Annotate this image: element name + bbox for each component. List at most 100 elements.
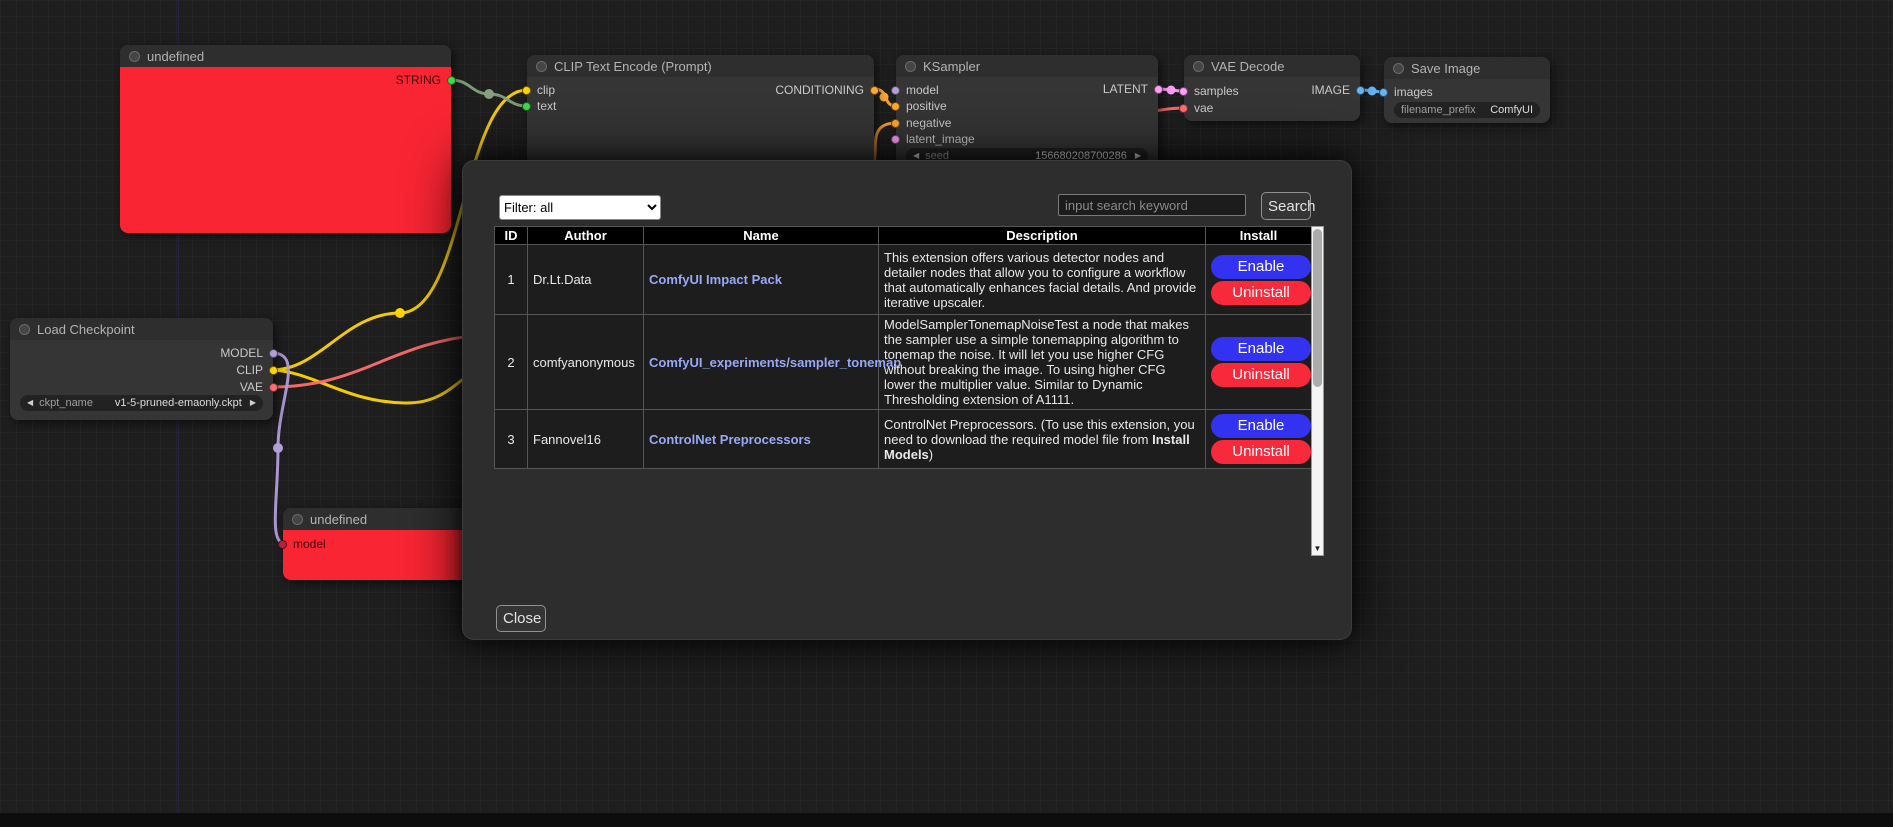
- table-header-row: ID Author Name Description Install: [495, 227, 1312, 245]
- uninstall-button[interactable]: Uninstall: [1211, 281, 1311, 305]
- extension-table-zone: ID Author Name Description Install 1 Dr.…: [494, 226, 1324, 556]
- slot-dot[interactable]: [1179, 87, 1188, 96]
- link-dot-string: [484, 89, 494, 99]
- node-save-image[interactable]: Save Image images filename_prefix ComfyU…: [1384, 57, 1550, 123]
- collapse-dot-icon[interactable]: [292, 514, 303, 525]
- node-clip-text-encode[interactable]: CLIP Text Encode (Prompt) clip text COND…: [527, 55, 874, 165]
- enable-button[interactable]: Enable: [1211, 255, 1311, 279]
- node-vae-decode[interactable]: VAE Decode samples vae IMAGE: [1184, 55, 1360, 121]
- node-undefined-top[interactable]: undefined STRING: [120, 45, 451, 233]
- output-slot-model[interactable]: MODEL: [220, 346, 278, 360]
- uninstall-button[interactable]: Uninstall: [1211, 440, 1311, 464]
- node-title-bar[interactable]: KSampler: [896, 55, 1158, 77]
- slot-label: CONDITIONING: [775, 83, 864, 97]
- output-slot-string[interactable]: STRING: [396, 73, 456, 87]
- input-slot-negative[interactable]: negative: [891, 116, 951, 130]
- node-load-checkpoint[interactable]: Load Checkpoint MODEL CLIP VAE ◀ ckpt_na…: [10, 318, 273, 420]
- table-scrollbar[interactable]: ▼: [1311, 226, 1324, 556]
- collapse-dot-icon[interactable]: [19, 324, 30, 335]
- slot-dot[interactable]: [891, 102, 900, 111]
- ckpt-name-widget[interactable]: ◀ ckpt_name v1-5-pruned-emaonly.ckpt ▶: [20, 395, 263, 411]
- slot-dot[interactable]: [891, 135, 900, 144]
- node-title-text: undefined: [310, 512, 367, 527]
- filename-prefix-widget[interactable]: filename_prefix ComfyUI: [1394, 102, 1540, 118]
- input-slot-text[interactable]: text: [522, 99, 556, 113]
- canvas-bottom-edge: [0, 813, 1893, 827]
- input-slot-model[interactable]: model: [278, 537, 326, 551]
- output-slot-conditioning[interactable]: CONDITIONING: [775, 83, 879, 97]
- slot-dot[interactable]: [1356, 86, 1365, 95]
- slot-label: samples: [1194, 84, 1239, 98]
- extension-table: ID Author Name Description Install 1 Dr.…: [494, 226, 1312, 469]
- node-title-text: VAE Decode: [1211, 59, 1284, 74]
- collapse-dot-icon[interactable]: [1393, 63, 1404, 74]
- output-slot-vae[interactable]: VAE: [240, 380, 278, 394]
- slot-dot[interactable]: [870, 86, 879, 95]
- node-title-text: Save Image: [1411, 61, 1480, 76]
- scrollbar-thumb[interactable]: [1313, 229, 1322, 387]
- slot-dot[interactable]: [1179, 104, 1188, 113]
- search-input[interactable]: [1058, 194, 1246, 216]
- input-slot-samples[interactable]: samples: [1179, 84, 1239, 98]
- stepper-left-icon[interactable]: ◀: [27, 395, 33, 411]
- slot-label: vae: [1194, 101, 1213, 115]
- collapse-dot-icon[interactable]: [905, 61, 916, 72]
- node-title-text: Load Checkpoint: [37, 322, 135, 337]
- input-slot-model[interactable]: model: [891, 83, 939, 97]
- cell-description: This extension offers various detector n…: [879, 245, 1206, 315]
- output-slot-image[interactable]: IMAGE: [1311, 83, 1365, 97]
- output-slot-clip[interactable]: CLIP: [236, 363, 278, 377]
- slot-dot[interactable]: [522, 86, 531, 95]
- extension-link[interactable]: ComfyUI_experiments/sampler_tonemap: [649, 355, 901, 370]
- slot-dot[interactable]: [278, 540, 287, 549]
- input-slot-latent-image[interactable]: latent_image: [891, 132, 975, 146]
- input-slot-images[interactable]: images: [1379, 85, 1433, 99]
- slot-dot[interactable]: [269, 349, 278, 358]
- slot-label: positive: [906, 99, 947, 113]
- collapse-dot-icon[interactable]: [1193, 61, 1204, 72]
- node-title-bar[interactable]: undefined: [120, 45, 451, 67]
- node-ksampler[interactable]: KSampler model positive negative latent_…: [896, 55, 1158, 167]
- slot-dot[interactable]: [891, 86, 900, 95]
- close-button[interactable]: Close: [496, 605, 546, 632]
- input-slot-vae[interactable]: vae: [1179, 101, 1213, 115]
- collapse-dot-icon[interactable]: [536, 61, 547, 72]
- output-slot-latent[interactable]: LATENT: [1103, 82, 1163, 96]
- cell-name: ComfyUI Impact Pack: [644, 245, 879, 315]
- header-author: Author: [528, 227, 644, 245]
- uninstall-button[interactable]: Uninstall: [1211, 363, 1311, 387]
- input-slot-clip[interactable]: clip: [522, 83, 555, 97]
- slot-label: model: [293, 537, 326, 551]
- widget-value: ComfyUI: [1490, 104, 1533, 116]
- slot-label: VAE: [240, 380, 263, 394]
- comfyui-manager-dialog: Filter: all Search ID Author Name Descri…: [462, 160, 1352, 640]
- node-title-bar[interactable]: Save Image: [1384, 57, 1550, 79]
- node-title-bar[interactable]: VAE Decode: [1184, 55, 1360, 77]
- header-install: Install: [1206, 227, 1312, 245]
- node-title-bar[interactable]: Load Checkpoint: [10, 318, 273, 340]
- node-title-bar[interactable]: CLIP Text Encode (Prompt): [527, 55, 874, 77]
- slot-dot[interactable]: [269, 366, 278, 375]
- extension-link[interactable]: ComfyUI Impact Pack: [649, 272, 782, 287]
- node-title-text: undefined: [147, 49, 204, 64]
- extension-link[interactable]: ControlNet Preprocessors: [649, 432, 811, 447]
- slot-dot[interactable]: [1154, 85, 1163, 94]
- enable-button[interactable]: Enable: [1211, 414, 1311, 438]
- slot-dot[interactable]: [522, 102, 531, 111]
- collapse-dot-icon[interactable]: [129, 51, 140, 62]
- slot-label: MODEL: [220, 346, 263, 360]
- enable-button[interactable]: Enable: [1211, 337, 1311, 361]
- scrollbar-down-icon[interactable]: ▼: [1312, 544, 1323, 554]
- node-error-body: [120, 67, 451, 233]
- stepper-right-icon[interactable]: ▶: [250, 395, 256, 411]
- filter-select[interactable]: Filter: all: [499, 195, 661, 220]
- slot-dot[interactable]: [269, 383, 278, 392]
- slot-dot[interactable]: [891, 119, 900, 128]
- slot-dot[interactable]: [1379, 88, 1388, 97]
- cell-id: 1: [495, 245, 528, 315]
- slot-dot[interactable]: [447, 76, 456, 85]
- input-slot-positive[interactable]: positive: [891, 99, 947, 113]
- search-button[interactable]: Search: [1261, 192, 1311, 220]
- link-dot-conditioning: [880, 93, 889, 102]
- description-text: ControlNet Preprocessors. (To use this e…: [884, 417, 1195, 447]
